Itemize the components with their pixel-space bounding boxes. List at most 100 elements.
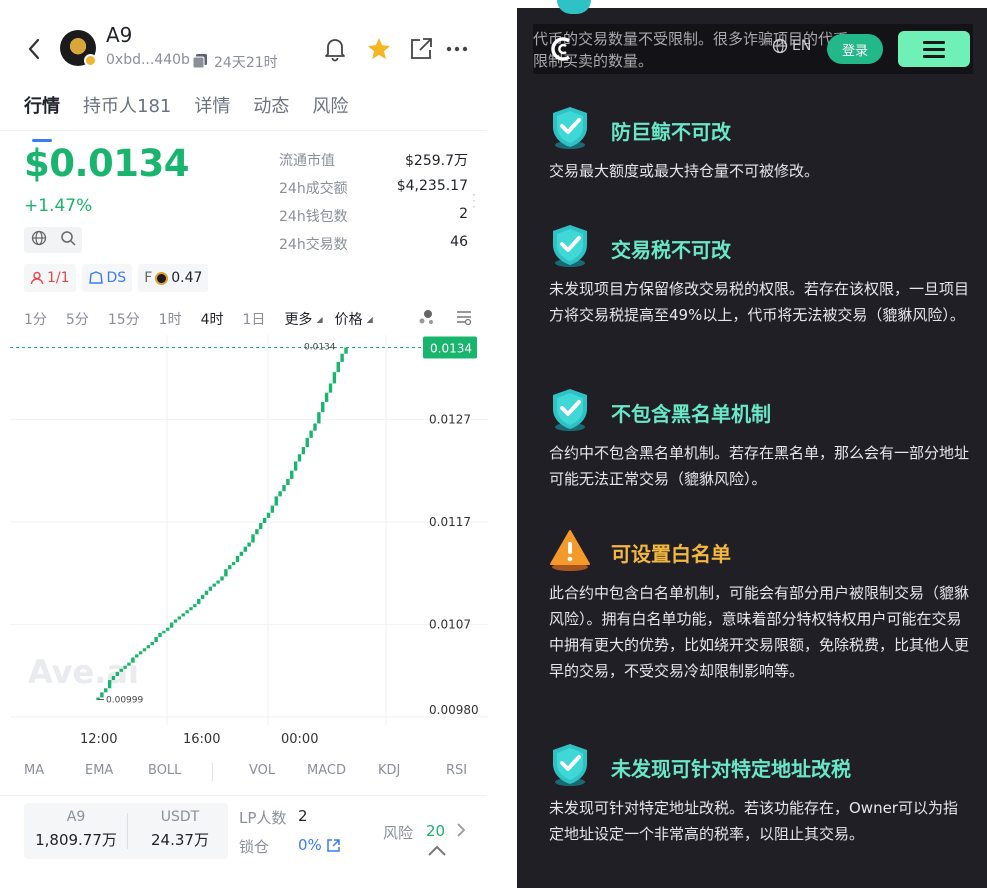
price-dropdown[interactable]: 价格 xyxy=(335,309,363,329)
dev-tag[interactable]: 1/1 xyxy=(24,264,76,292)
interval-1h[interactable]: 1时 xyxy=(159,309,182,329)
tab-activity[interactable]: 动态 xyxy=(253,92,289,128)
f-tag[interactable]: F 0.47 xyxy=(138,264,209,292)
risk-score[interactable]: 20 xyxy=(426,822,445,840)
time-axis: 12:00 16:00 00:00 xyxy=(0,732,487,752)
low-price-label: 0.00999 xyxy=(106,696,143,706)
security-item-description: 未发现项目方保留修改交易税的权限。若存在该权限，一旦项目方将交易税提高至49%以… xyxy=(549,280,970,324)
current-price-tag-text: 0.0134 xyxy=(430,342,472,356)
candle xyxy=(239,551,244,556)
indicator-macd[interactable]: MACD xyxy=(307,763,346,778)
candle xyxy=(270,505,275,513)
shield-check-icon xyxy=(549,742,591,792)
indicator-kdj[interactable]: KDJ xyxy=(378,763,400,778)
tab-risk[interactable]: 风险 xyxy=(312,92,348,128)
candle xyxy=(317,412,321,424)
hamburger-menu-icon[interactable] xyxy=(898,31,970,67)
candle xyxy=(247,542,251,547)
tab-holders[interactable]: 持币人181 xyxy=(83,92,171,128)
price-axis: 0.0136 0.0127 0.0117 0.0107 0.00980 xyxy=(429,335,479,717)
chart-watermark: Ave.ai xyxy=(28,653,139,691)
candle xyxy=(321,401,325,413)
candle xyxy=(142,648,147,652)
indicator-boll[interactable]: BOLL xyxy=(148,763,181,778)
bell-icon[interactable] xyxy=(322,36,348,62)
security-item-description: 未发现可针对特定地址改税。若该功能存在，Owner可以为指定地址设定一个非常高的… xyxy=(549,799,958,843)
candle xyxy=(123,665,127,669)
candle xyxy=(286,478,290,486)
star-icon[interactable] xyxy=(366,36,392,62)
copy-icon[interactable] xyxy=(192,53,207,69)
candle xyxy=(259,523,263,530)
tab-market[interactable]: 行情 xyxy=(24,92,60,142)
login-button[interactable]: 登录 xyxy=(827,34,883,64)
candle xyxy=(328,383,333,393)
share-icon[interactable] xyxy=(408,36,434,62)
indicator-rsi[interactable]: RSI xyxy=(446,763,467,778)
more-options-icon[interactable] xyxy=(445,36,471,62)
price-chart[interactable]: Ave.ai 0.0136 0.0127 0.0117 0.0107 0.00980 0… xyxy=(10,335,488,725)
candle xyxy=(340,353,344,362)
security-item-title: 不包含黑名单机制 xyxy=(611,401,771,426)
candle xyxy=(231,562,236,566)
candle xyxy=(262,517,267,524)
indicator-ema[interactable]: EMA xyxy=(85,763,113,778)
search-icon[interactable] xyxy=(60,230,76,250)
candle xyxy=(115,671,120,676)
interval-1m[interactable]: 1分 xyxy=(24,309,47,329)
candle-series xyxy=(96,347,348,700)
token-address[interactable]: 0xbd...440b xyxy=(106,52,190,68)
interval-5m[interactable]: 5分 xyxy=(66,309,89,329)
price-tick-label: 0.0117 xyxy=(429,515,471,529)
chevron-right-icon[interactable] xyxy=(454,820,468,844)
price-tick-label: 0.0127 xyxy=(429,412,471,426)
coin-icon xyxy=(155,271,169,285)
time-tick-0000: 00:00 xyxy=(281,732,319,747)
candle xyxy=(208,586,213,591)
external-link-icon[interactable] xyxy=(326,838,341,857)
draw-tools-icon[interactable] xyxy=(417,308,435,330)
more-caret-icon: ◢ xyxy=(316,314,323,324)
interval-15m[interactable]: 15分 xyxy=(108,309,140,329)
candle xyxy=(332,372,337,384)
candle xyxy=(146,645,151,649)
interval-1d[interactable]: 1日 xyxy=(243,309,266,329)
ds-tag[interactable]: DS xyxy=(81,264,133,292)
shield-check-icon xyxy=(549,387,591,437)
candle xyxy=(266,512,271,518)
interval-bar: 1分 5分 15分 1时 4时 1日 更多 ◢ 价格 ◢ xyxy=(24,308,492,330)
token-tags: 1/1 DS F 0.47 xyxy=(24,264,209,292)
security-item-header: 未发现可针对特定地址改税 xyxy=(549,742,969,792)
shield-check-icon xyxy=(549,105,591,155)
candle xyxy=(197,598,201,605)
security-item-description: 交易最大额度或最大持仓量不可被修改。 xyxy=(549,162,820,180)
chart-settings-icon[interactable] xyxy=(455,308,473,330)
site-logo-icon[interactable] xyxy=(549,36,575,62)
pair-divider xyxy=(127,813,128,849)
chevron-up-icon[interactable] xyxy=(424,841,450,865)
pair-quote-amount: 24.37万 xyxy=(151,831,209,849)
stats-expand-icon[interactable]: · · · xyxy=(472,189,476,213)
language-switch[interactable]: EN xyxy=(772,38,811,54)
security-item-description: 合约中不包含黑名单机制。若存在黑名单，那么会有一部分地址可能无法正常交易（貔貅风… xyxy=(549,444,970,488)
token-market-panel: A9 0xbd...440b 24天21时 行情 持币人181 详情 动态 风险… xyxy=(0,0,500,888)
lock-value[interactable]: 0% xyxy=(298,836,322,854)
indicator-vol[interactable]: VOL xyxy=(249,763,275,778)
more-dropdown[interactable]: 更多 xyxy=(284,309,312,329)
candle xyxy=(119,668,123,672)
price-change: +1.47% xyxy=(24,196,93,216)
interval-4h[interactable]: 4时 xyxy=(201,309,224,329)
pair-quote: USDT 24.37万 xyxy=(130,809,230,850)
security-item: 未发现可针对特定地址改税未发现可针对特定地址改税。若该功能存在，Owner可以为… xyxy=(549,742,969,847)
candle xyxy=(138,651,143,655)
tab-details[interactable]: 详情 xyxy=(194,92,230,128)
candle xyxy=(344,347,348,354)
indicator-ma[interactable]: MA xyxy=(24,763,44,778)
pair-token-amount: 1,809.77万 xyxy=(35,831,117,849)
token-name: A9 xyxy=(106,23,133,47)
current-price: $0.0134 xyxy=(24,142,190,185)
globe-icon[interactable] xyxy=(31,230,47,250)
candle xyxy=(290,470,294,479)
stat-value-trades: 46 xyxy=(450,234,468,250)
back-arrow-icon[interactable] xyxy=(22,34,46,64)
